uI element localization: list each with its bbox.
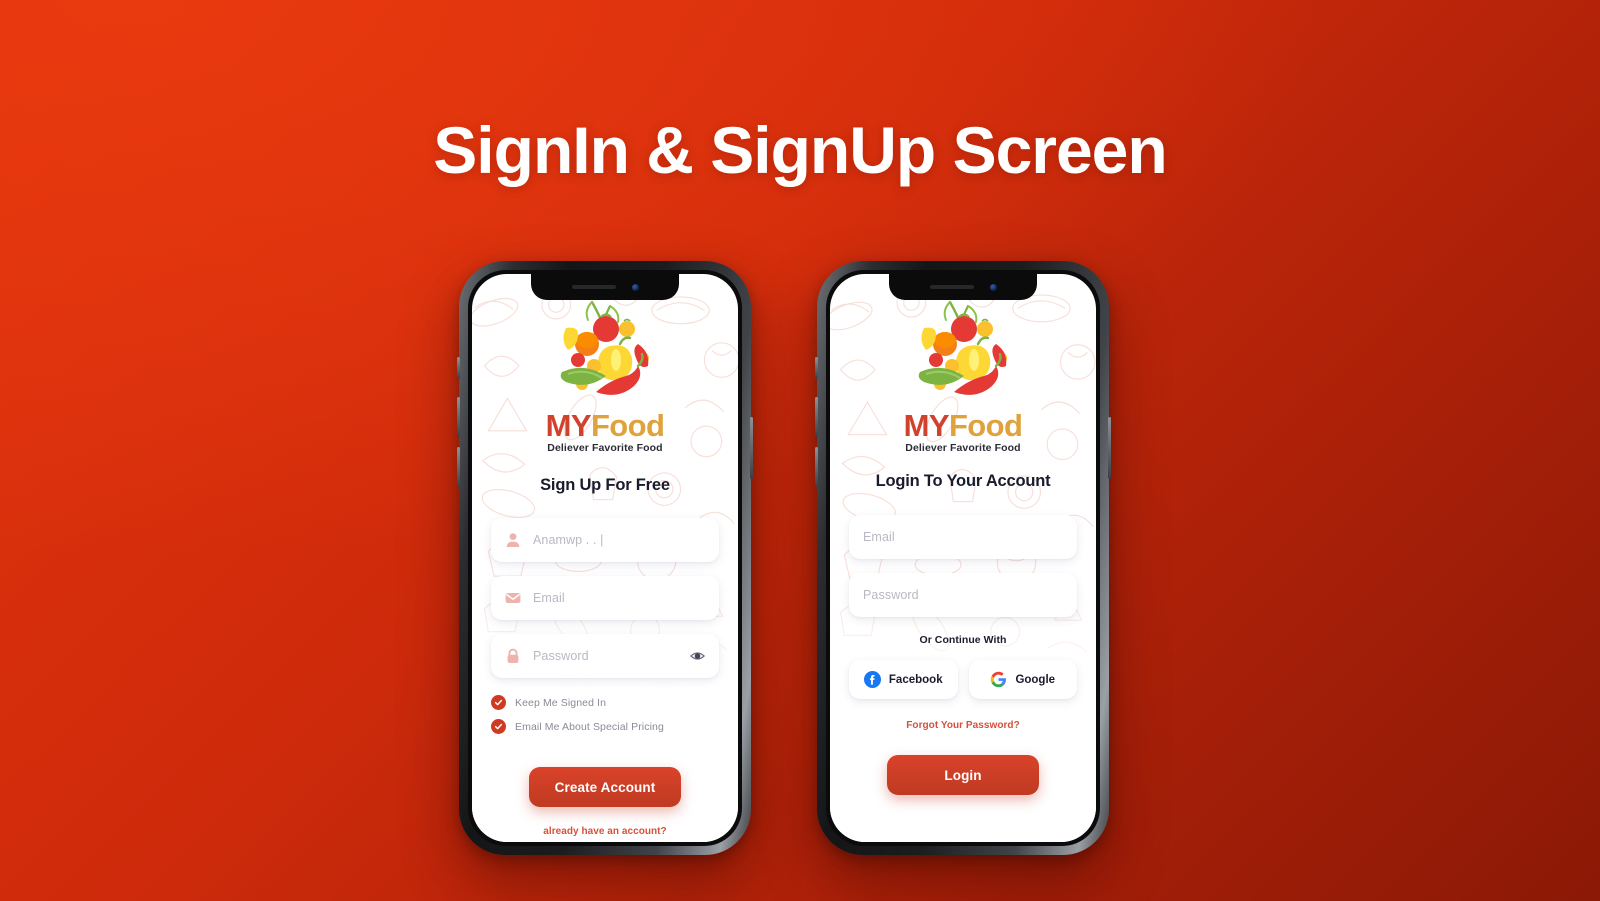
volume-down-button [815, 447, 818, 487]
google-login-label: Google [1015, 673, 1056, 686]
phone-bezel: MYFood Deliever Favorite Food Login To Y… [826, 270, 1100, 846]
envelope-icon [505, 593, 521, 603]
forgot-password-link[interactable]: Forgot Your Password? [906, 720, 1019, 731]
social-login-row: Facebook Google [849, 660, 1077, 699]
app-logo: MYFood Deliever Favorite Food [904, 296, 1023, 454]
already-have-account-link[interactable]: already have an account? [543, 826, 666, 837]
brand-name-part1: MY [903, 408, 950, 443]
facebook-login-button[interactable]: Facebook [849, 660, 958, 699]
login-password-value: Password [863, 588, 919, 602]
silent-switch [815, 357, 818, 379]
power-button [750, 417, 753, 479]
brand-name: MYFood [546, 409, 665, 443]
password-input[interactable]: Password [491, 634, 719, 678]
earpiece-speaker-icon [571, 285, 616, 289]
checkbox-checked-icon [491, 719, 506, 734]
power-button [1108, 417, 1111, 479]
volume-up-button [457, 397, 460, 437]
front-camera-icon [631, 283, 639, 291]
or-continue-with-label: Or Continue With [919, 634, 1007, 646]
name-input-value: Anamwp . . | [533, 533, 604, 547]
signup-content: MYFood Deliever Favorite Food Sign Up Fo… [472, 274, 738, 842]
brand-tagline: Deliever Favorite Food [547, 442, 663, 454]
create-account-button[interactable]: Create Account [529, 767, 681, 807]
phone-mockup-login: MYFood Deliever Favorite Food Login To Y… [815, 261, 1111, 855]
keep-signed-in-label: Keep Me Signed In [515, 696, 607, 709]
app-logo: MYFood Deliever Favorite Food [546, 296, 665, 454]
brand-name-part1: MY [545, 408, 592, 443]
eye-icon[interactable] [690, 649, 705, 664]
login-screen: MYFood Deliever Favorite Food Login To Y… [830, 274, 1096, 842]
login-content: MYFood Deliever Favorite Food Login To Y… [830, 274, 1096, 842]
page-title: SignIn & SignUp Screen [433, 113, 1167, 187]
login-heading: Login To Your Account [875, 472, 1051, 490]
phone-bezel: MYFood Deliever Favorite Food Sign Up Fo… [468, 270, 742, 846]
volume-up-button [815, 397, 818, 437]
phone-mockup-signup: MYFood Deliever Favorite Food Sign Up Fo… [457, 261, 753, 855]
brand-name-part2: Food [948, 408, 1023, 443]
name-input[interactable]: Anamwp . . | [491, 518, 719, 562]
login-button[interactable]: Login [887, 755, 1039, 795]
vegetables-logo-icon [918, 300, 1007, 395]
vegetables-logo-icon [560, 300, 649, 395]
signup-heading: Sign Up For Free [540, 476, 670, 494]
brand-name-part2: Food [590, 408, 665, 443]
login-email-input[interactable]: Email [849, 515, 1077, 559]
email-input-value: Email [533, 591, 565, 605]
lock-icon [507, 648, 519, 663]
facebook-login-label: Facebook [888, 673, 943, 686]
earpiece-speaker-icon [929, 285, 974, 289]
facebook-icon [863, 671, 881, 688]
silent-switch [457, 357, 460, 379]
phone-notch [531, 274, 679, 300]
signup-screen: MYFood Deliever Favorite Food Sign Up Fo… [472, 274, 738, 842]
login-email-value: Email [863, 530, 895, 544]
password-input-value: Password [533, 649, 589, 663]
email-special-pricing-label: Email Me About Special Pricing [515, 720, 664, 733]
google-login-button[interactable]: Google [968, 660, 1077, 699]
brand-name: MYFood [904, 409, 1023, 443]
email-input[interactable]: Email [491, 576, 719, 620]
user-icon [506, 533, 520, 547]
checkbox-checked-icon [491, 695, 506, 710]
email-special-pricing-checkbox[interactable]: Email Me About Special Pricing [491, 719, 719, 734]
front-camera-icon [989, 283, 997, 291]
login-password-input[interactable]: Password [849, 573, 1077, 617]
phone-notch [889, 274, 1037, 300]
keep-signed-in-checkbox[interactable]: Keep Me Signed In [491, 695, 719, 710]
google-icon [991, 671, 1007, 688]
poster-canvas: SignIn & SignUp Screen MYFood Deliever F… [0, 0, 1600, 901]
brand-tagline: Deliever Favorite Food [905, 442, 1021, 454]
volume-down-button [457, 447, 460, 487]
